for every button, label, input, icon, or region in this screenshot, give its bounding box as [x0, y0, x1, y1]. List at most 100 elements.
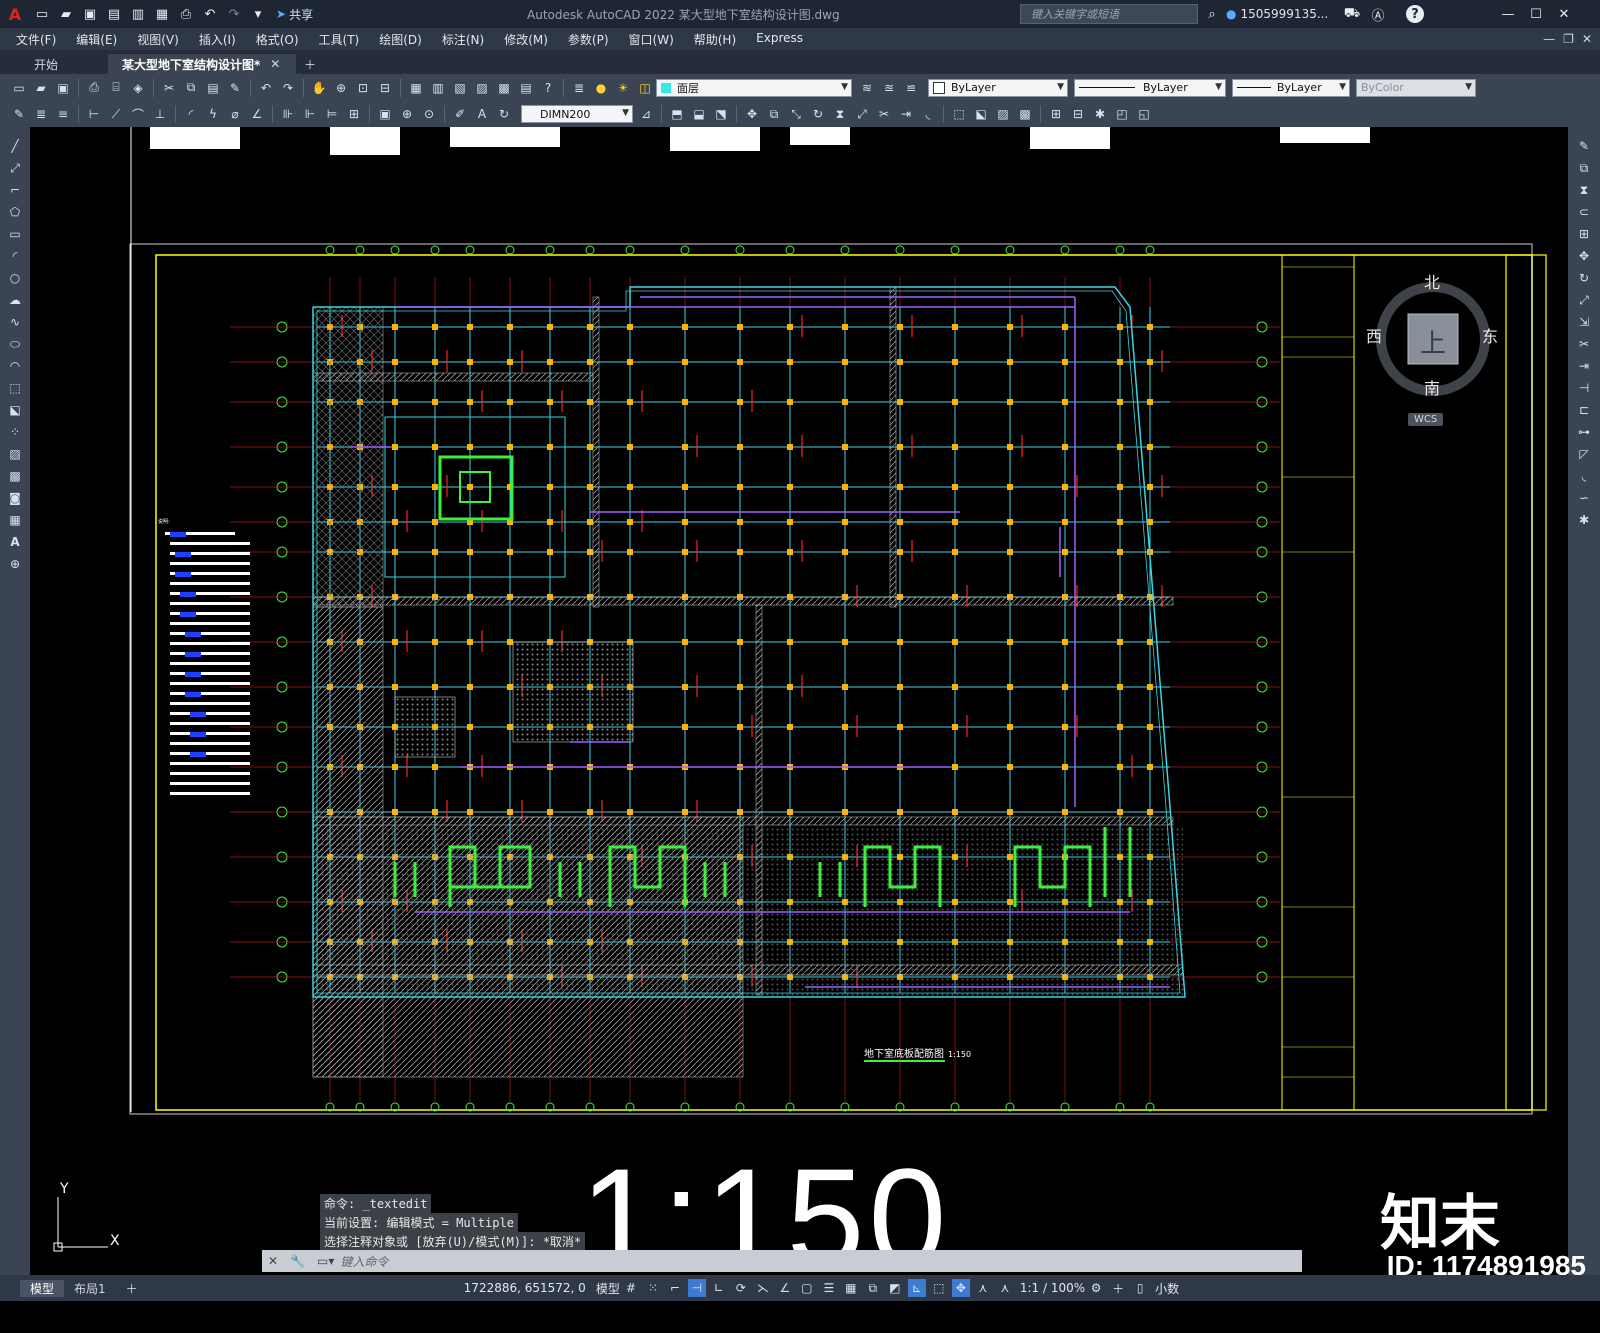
- multiline-text-icon[interactable]: A: [5, 532, 25, 552]
- menu-item[interactable]: 格式(O): [246, 31, 309, 48]
- ortho-icon[interactable]: ∟: [710, 1279, 728, 1297]
- save-icon[interactable]: ▣: [54, 79, 72, 97]
- search-input[interactable]: 键入关键字或短语: [1021, 6, 1119, 22]
- scale-icon[interactable]: ⤢: [1574, 290, 1594, 310]
- new-icon[interactable]: ▭: [10, 79, 28, 97]
- zoom-window-icon[interactable]: ⊡: [354, 79, 372, 97]
- tab-layout1[interactable]: 布局1: [64, 1280, 116, 1297]
- join-icon[interactable]: ⊶: [1574, 422, 1594, 442]
- annotation-visibility-icon[interactable]: ⋏: [974, 1279, 992, 1297]
- minimize-icon[interactable]: —: [1498, 4, 1518, 24]
- fillet-icon[interactable]: ◟: [1574, 466, 1594, 486]
- annotation-autoscale-icon[interactable]: ⋏: [996, 1279, 1014, 1297]
- print-icon[interactable]: ⎙: [176, 4, 196, 24]
- isodraft-icon[interactable]: ⋋: [754, 1279, 772, 1297]
- selection-cycling-icon[interactable]: ⧉: [864, 1279, 882, 1297]
- maximize-icon[interactable]: ☐: [1526, 4, 1546, 24]
- linear-dim-icon[interactable]: ⊢: [85, 105, 103, 123]
- viewcube-top[interactable]: 上: [1420, 323, 1446, 360]
- search-icon[interactable]: ⌕: [1202, 4, 1222, 24]
- pan-icon[interactable]: ✋: [310, 79, 328, 97]
- region-icon[interactable]: ◙: [5, 488, 25, 508]
- customize-quick-access-icon[interactable]: ▾: [248, 4, 268, 24]
- explode-icon[interactable]: ✱: [1574, 510, 1594, 530]
- tab-model[interactable]: 模型: [20, 1279, 65, 1297]
- dynamic-input-icon[interactable]: ⊣: [687, 1279, 706, 1297]
- layer-dropdown[interactable]: 面层 ▼: [656, 78, 852, 97]
- workspace-icon[interactable]: ⚙: [1087, 1279, 1105, 1297]
- menu-item[interactable]: 修改(M): [494, 31, 558, 48]
- ucs-world-icon[interactable]: ⬓: [690, 105, 708, 123]
- jogged-dim-icon[interactable]: ϟ: [204, 105, 222, 123]
- dim-edit-icon[interactable]: ✐: [451, 105, 469, 123]
- 3d-osnap-icon[interactable]: ◩: [886, 1279, 904, 1297]
- break-icon[interactable]: ⊏: [1574, 400, 1594, 420]
- ungroup-icon[interactable]: ⊟: [1069, 105, 1087, 123]
- menu-item[interactable]: 文件(F): [6, 31, 66, 48]
- chamfer-icon[interactable]: ◸: [1574, 444, 1594, 464]
- zoom-realtime-icon[interactable]: ⊕: [332, 79, 350, 97]
- tab-close-icon[interactable]: ✕: [270, 57, 280, 71]
- lineweight-dropdown[interactable]: ByLayer ▼: [1232, 78, 1350, 97]
- open-icon[interactable]: ▰: [32, 79, 50, 97]
- ellipse-icon[interactable]: ⬭: [5, 334, 25, 354]
- transparency-icon[interactable]: ▦: [842, 1279, 860, 1297]
- break-at-point-icon[interactable]: ⊣: [1574, 378, 1594, 398]
- undo-icon[interactable]: ↶: [257, 79, 275, 97]
- trim-icon[interactable]: ✂: [1574, 334, 1594, 354]
- undo-icon[interactable]: ↶: [200, 4, 220, 24]
- rectangle-icon[interactable]: ▭: [5, 224, 25, 244]
- point-icon[interactable]: ⁘: [5, 422, 25, 442]
- zoom-previous-icon[interactable]: ⊟: [376, 79, 394, 97]
- annotation-scale[interactable]: 1:1 / 100%: [1020, 1281, 1085, 1295]
- units-icon[interactable]: ▯: [1131, 1279, 1149, 1297]
- doc-restore-icon[interactable]: ❐: [1563, 32, 1574, 46]
- layer-previous-icon[interactable]: ≊: [880, 79, 898, 97]
- menu-item[interactable]: 帮助(H): [684, 31, 746, 48]
- extend-icon[interactable]: ⇥: [1574, 356, 1594, 376]
- redo-icon[interactable]: ↷: [279, 79, 297, 97]
- gizmo-icon[interactable]: ✥: [951, 1279, 970, 1297]
- copy-icon[interactable]: ⧉: [1574, 158, 1594, 178]
- inspection-icon[interactable]: ⊙: [420, 105, 438, 123]
- move-icon[interactable]: ✥: [743, 105, 761, 123]
- doc-minimize-icon[interactable]: —: [1543, 32, 1555, 46]
- menu-item[interactable]: 工具(T): [309, 31, 370, 48]
- gradient-icon[interactable]: ▩: [5, 466, 25, 486]
- open-file-icon[interactable]: ▰: [56, 4, 76, 24]
- ellipse-arc-icon[interactable]: ◠: [5, 356, 25, 376]
- drawing-canvas[interactable]: 说明: 地下室底板配筋图 1:150 Y X 上 北 南 西 东 WCS 命令:…: [30, 127, 1568, 1275]
- doc-close-icon[interactable]: ✕: [1582, 32, 1592, 46]
- tolerance-icon[interactable]: ▣: [376, 105, 394, 123]
- infer-icon[interactable]: ⌐: [666, 1279, 684, 1297]
- plot-icon[interactable]: ⎙: [85, 79, 103, 97]
- wrench-icon[interactable]: 🔧: [284, 1254, 311, 1268]
- new-file-icon[interactable]: ▭: [32, 4, 52, 24]
- stretch-icon[interactable]: ⇲: [1574, 312, 1594, 332]
- user-account[interactable]: ● 1505999135...: [1226, 7, 1328, 21]
- trim-icon[interactable]: ✂: [875, 105, 893, 123]
- menu-item[interactable]: 窗口(W): [619, 31, 684, 48]
- match-icon[interactable]: ✎: [10, 105, 28, 123]
- extend-icon[interactable]: ⇥: [897, 105, 915, 123]
- close-icon[interactable]: ✕: [262, 1254, 284, 1268]
- snap-icon[interactable]: ⁙: [644, 1279, 662, 1297]
- array-icon[interactable]: ⊞: [1574, 224, 1594, 244]
- mirror-icon[interactable]: ⧗: [831, 105, 849, 123]
- dimstyle-manager-icon[interactable]: ⊿: [637, 105, 655, 123]
- make-block-icon[interactable]: ⬕: [5, 400, 25, 420]
- rotate-icon[interactable]: ↻: [1574, 268, 1594, 288]
- markup-icon[interactable]: ▩: [495, 79, 513, 97]
- menu-item[interactable]: 编辑(E): [66, 31, 127, 48]
- lineweight-icon[interactable]: ☰: [820, 1279, 838, 1297]
- recent-commands-icon[interactable]: ▭▾: [311, 1254, 340, 1268]
- add-selected-icon[interactable]: ⊕: [5, 554, 25, 574]
- line-icon[interactable]: ╱: [5, 136, 25, 156]
- match-properties-icon[interactable]: ✎: [226, 79, 244, 97]
- construction-line-icon[interactable]: ⤢: [5, 158, 25, 178]
- save-web-icon[interactable]: ▦: [152, 4, 172, 24]
- sheet-set-icon[interactable]: ▨: [473, 79, 491, 97]
- layer-iso-icon[interactable]: ≡: [54, 105, 72, 123]
- layer-state-icon[interactable]: ≌: [902, 79, 920, 97]
- color-dropdown[interactable]: ByLayer ▼: [928, 78, 1068, 97]
